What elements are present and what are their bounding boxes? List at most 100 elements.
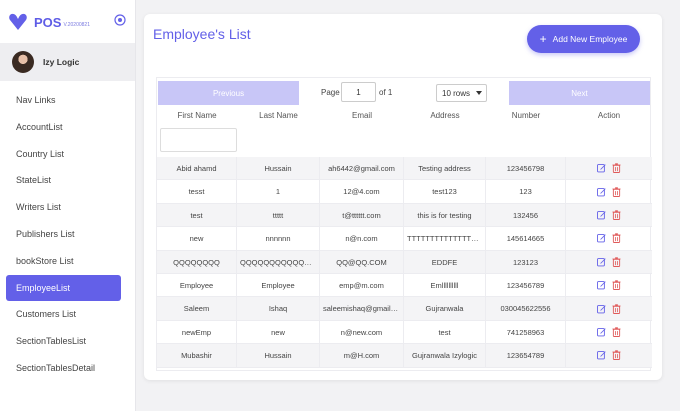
table-cell: 123456798 xyxy=(486,157,566,180)
row-actions xyxy=(566,274,652,296)
row-actions xyxy=(566,204,652,226)
edit-icon[interactable] xyxy=(597,187,606,197)
table-cell: Abid ahamd xyxy=(157,157,237,180)
table-cell: new xyxy=(237,320,320,344)
column-header-number[interactable]: Number xyxy=(486,111,566,125)
rows-per-page-select[interactable]: 10 rows xyxy=(436,84,487,102)
edit-icon[interactable] xyxy=(597,327,606,337)
table-cell: saleemishaq@gmail.com xyxy=(320,297,404,320)
row-actions xyxy=(566,344,652,366)
sidebar-item-employee-list[interactable]: EmployeeList xyxy=(6,274,121,302)
chevron-down-icon xyxy=(476,91,482,95)
column-header-address[interactable]: Address xyxy=(404,111,486,125)
table-cell: newEmp xyxy=(157,320,237,344)
row-actions xyxy=(566,157,652,179)
edit-icon[interactable] xyxy=(597,304,606,314)
delete-icon[interactable] xyxy=(612,303,621,314)
table-cell: t@tttttt.com xyxy=(320,203,404,227)
table-cell: Gujranwala xyxy=(404,297,486,320)
employee-table: Previous Page 1 of 1 10 rows Next First … xyxy=(156,77,652,371)
edit-icon[interactable] xyxy=(597,257,606,267)
table-cell: Employee xyxy=(237,273,320,297)
target-settings-icon[interactable] xyxy=(114,14,126,26)
user-profile[interactable]: Izy Logic xyxy=(0,43,135,81)
table-cell: emp@m.com xyxy=(320,273,404,297)
table-cell: TTTTTTTTTTTTTTTTTTTTTTTT xyxy=(404,227,486,250)
table-row: Mubashir Hussain m@H.com Gujranwala Izylogi… xyxy=(157,344,652,368)
sidebar-item-section-tables-detail[interactable]: SectionTablesDetail xyxy=(0,355,135,382)
delete-icon[interactable] xyxy=(612,210,621,220)
table-row: Employee Employee emp@m.com Emllllllllll 123… xyxy=(157,273,652,298)
table-cell: Saleem xyxy=(157,297,237,320)
table-cell: this is for testing xyxy=(404,203,486,227)
table-cell: n@new.com xyxy=(320,320,404,344)
delete-icon[interactable] xyxy=(612,233,621,244)
table-cell: 123456789 xyxy=(486,273,566,297)
page-number-input[interactable]: 1 xyxy=(341,82,376,102)
delete-icon[interactable] xyxy=(612,163,621,174)
table-cell: Hussain xyxy=(237,344,320,367)
delete-icon[interactable] xyxy=(612,280,621,291)
column-header-action: Action xyxy=(597,111,621,120)
table-cell: m@H.com xyxy=(320,344,404,367)
sidebar-item-section-tables-list[interactable]: SectionTablesList xyxy=(0,328,135,355)
table-row: newEmp new n@new.com test 741258963 xyxy=(157,320,652,345)
edit-icon[interactable] xyxy=(597,350,606,360)
page-count: of 1 xyxy=(379,88,393,97)
rows-per-page-value: 10 rows xyxy=(442,89,471,98)
next-button[interactable]: Next xyxy=(509,81,650,105)
table-cell: EDDFE xyxy=(404,250,486,273)
table-cell: Employee xyxy=(157,273,237,297)
first-name-filter-input[interactable] xyxy=(160,128,237,152)
row-actions xyxy=(566,321,652,343)
plus-icon: + xyxy=(539,32,547,46)
table-cell: Emllllllllll xyxy=(404,273,486,297)
edit-icon[interactable] xyxy=(597,210,606,220)
table-cell: Mubashir xyxy=(157,344,237,367)
edit-icon[interactable] xyxy=(597,233,606,243)
table-cell: Testing address xyxy=(404,157,486,180)
table-row: tesst 1 12@4.com test123 123 xyxy=(157,180,652,204)
brand[interactable]: POS V.20200821 xyxy=(8,10,128,34)
heart-logo-icon xyxy=(9,13,27,31)
page-label: Page xyxy=(321,88,340,97)
sidebar-item-state-list[interactable]: StateList xyxy=(0,167,135,194)
delete-icon[interactable] xyxy=(612,186,621,197)
delete-icon[interactable] xyxy=(612,350,621,361)
sidebar-item-account-list[interactable]: AccountList xyxy=(0,114,135,141)
table-cell: new xyxy=(157,227,237,250)
edit-icon[interactable] xyxy=(597,280,606,290)
sidebar-item-publishers-list[interactable]: Publishers List xyxy=(0,221,135,248)
table-row: Saleem Ishaq saleemishaq@gmail.com Gujranwa… xyxy=(157,297,652,321)
page-title: Employee's List xyxy=(153,26,251,42)
edit-icon[interactable] xyxy=(597,163,606,173)
add-new-employee-button[interactable]: + Add New Employee xyxy=(527,25,640,53)
sidebar-item-nav-links[interactable]: Nav Links xyxy=(0,87,135,114)
table-cell: tesst xyxy=(157,180,237,203)
previous-button[interactable]: Previous xyxy=(158,81,299,105)
table-header: First Name Last Name Email Address Numbe… xyxy=(157,111,652,125)
table-cell: 12@4.com xyxy=(320,180,404,203)
brand-version: V.20200821 xyxy=(63,21,90,28)
delete-icon[interactable] xyxy=(612,327,621,337)
row-actions xyxy=(566,297,652,319)
table-cell: Ishaq xyxy=(237,297,320,320)
row-actions xyxy=(566,251,652,273)
table-cell: QQ@QQ.COM xyxy=(320,250,404,273)
table-cell: 741258963 xyxy=(486,320,566,344)
table-cell: test xyxy=(404,320,486,344)
sidebar-item-bookstore-list[interactable]: bookStore List xyxy=(0,248,135,275)
sidebar-item-customers-list[interactable]: Customers List xyxy=(0,301,135,328)
table-cell: nnnnnn xyxy=(237,227,320,250)
column-header-first-name[interactable]: First Name xyxy=(157,111,237,125)
delete-icon[interactable] xyxy=(612,257,621,267)
brand-name: POS xyxy=(34,14,62,30)
avatar xyxy=(12,51,34,73)
table-cell: test123 xyxy=(404,180,486,203)
table-row: test ttttt t@tttttt.com this is for testing… xyxy=(157,203,652,228)
sidebar-item-country-list[interactable]: Country List xyxy=(0,141,135,168)
column-header-email[interactable]: Email xyxy=(320,111,404,125)
column-header-last-name[interactable]: Last Name xyxy=(237,111,320,125)
table-row: QQQQQQQQQQQQQQQQQQQQQQQQQQQ@QQ.COMEDDFE1… xyxy=(157,250,652,274)
sidebar-item-writers-list[interactable]: Writers List xyxy=(0,194,135,221)
